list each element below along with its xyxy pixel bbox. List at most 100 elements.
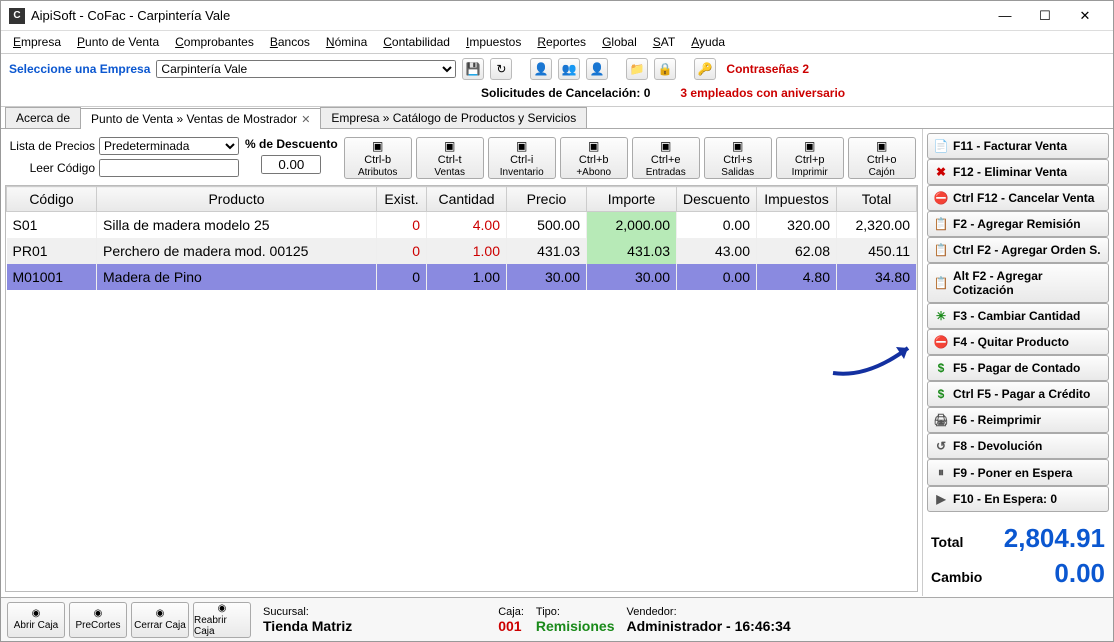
cell-exist: 0	[377, 264, 427, 290]
left-pane: Lista de Precios Predeterminada Leer Cód…	[1, 129, 922, 596]
cell-impuestos: 320.00	[757, 212, 837, 239]
toolbar-atributos[interactable]: ▣Ctrl-bAtributos	[344, 137, 412, 179]
tab[interactable]: Acerca de	[5, 107, 81, 128]
action-button[interactable]: 📋F2 - Agregar Remisión	[927, 211, 1109, 237]
menu-bancos[interactable]: Bancos	[264, 33, 316, 51]
bottom-reabrir-caja[interactable]: ◉Reabrir Caja	[193, 602, 251, 638]
close-button[interactable]: ✕	[1065, 2, 1105, 30]
cell-producto: Perchero de madera mod. 00125	[97, 238, 377, 264]
grid-header[interactable]: Precio	[507, 187, 587, 212]
action-button[interactable]: ↺F8 - Devolución	[927, 433, 1109, 459]
toolbar-cajón[interactable]: ▣Ctrl+oCajón	[848, 137, 916, 179]
discount-label: % de Descuento	[245, 137, 338, 151]
total-label: Total	[931, 534, 963, 550]
action-button[interactable]: $Ctrl F5 - Pagar a Crédito	[927, 381, 1109, 407]
table-row[interactable]: M01001Madera de Pino01.0030.0030.000.004…	[7, 264, 917, 290]
action-button[interactable]: 🖨F6 - Reimprimir	[927, 407, 1109, 433]
bottom-icon: ◉	[32, 608, 41, 619]
menu-ayuda[interactable]: Ayuda	[685, 33, 731, 51]
discount-input[interactable]	[261, 155, 321, 174]
toolbar-shortcut: Ctrl+s	[723, 154, 752, 166]
toolbar-icon: ▣	[876, 139, 887, 153]
action-icon: 📋	[934, 276, 948, 290]
action-label: F4 - Quitar Producto	[953, 335, 1069, 349]
cell-descuento: 0.00	[677, 264, 757, 290]
toolbar-shortcut: Ctrl-b	[364, 154, 391, 166]
action-button[interactable]: 📄F11 - Facturar Venta	[927, 133, 1109, 159]
table-row[interactable]: PR01Perchero de madera mod. 0012501.0043…	[7, 238, 917, 264]
refresh-icon[interactable]: ↻	[490, 58, 512, 80]
pricelist-select[interactable]: Predeterminada	[99, 137, 239, 155]
folder-icon[interactable]: 📁	[626, 58, 648, 80]
change-label: Cambio	[931, 569, 982, 585]
grid-header[interactable]: Producto	[97, 187, 377, 212]
minimize-button[interactable]: —	[985, 2, 1025, 30]
grid-header[interactable]: Importe	[587, 187, 677, 212]
menu-comprobantes[interactable]: Comprobantes	[169, 33, 260, 51]
maximize-button[interactable]: ☐	[1025, 2, 1065, 30]
status-line: Solicitudes de Cancelación: 0 3 empleado…	[1, 84, 1113, 106]
bottom-precortes[interactable]: ◉PreCortes	[69, 602, 127, 638]
menu-nómina[interactable]: Nómina	[320, 33, 373, 51]
toolbar-icon: ▣	[660, 139, 671, 153]
caja-label: Caja:	[498, 606, 524, 618]
action-label: F9 - Poner en Espera	[953, 466, 1072, 480]
menu-punto-de-venta[interactable]: Punto de Venta	[71, 33, 165, 51]
toolbar-salidas[interactable]: ▣Ctrl+sSalidas	[704, 137, 772, 179]
grid-header[interactable]: Código	[7, 187, 97, 212]
grid-header[interactable]: Cantidad	[427, 187, 507, 212]
toolbar-label: Ventas	[434, 167, 465, 178]
grid-header[interactable]: Descuento	[677, 187, 757, 212]
save-icon[interactable]: 💾	[462, 58, 484, 80]
action-icon: ⛔	[934, 335, 948, 349]
anniversary-alert[interactable]: 3 empleados con aniversario	[680, 86, 845, 100]
products-grid[interactable]: CódigoProductoExist.CantidadPrecioImport…	[5, 185, 918, 592]
toolbar-+abono[interactable]: ▣Ctrl+b+Abono	[560, 137, 628, 179]
lock-icon[interactable]: 🔒	[654, 58, 676, 80]
action-button[interactable]: ✖F12 - Eliminar Venta	[927, 159, 1109, 185]
action-icon: ✳	[934, 309, 948, 323]
action-button[interactable]: ▶F10 - En Espera: 0	[927, 486, 1109, 512]
action-button[interactable]: ✳F3 - Cambiar Cantidad	[927, 303, 1109, 329]
action-button[interactable]: ⛔ F4 - Quitar Producto	[927, 329, 1109, 355]
action-icon: 📋	[934, 243, 948, 257]
toolbar-entradas[interactable]: ▣Ctrl+eEntradas	[632, 137, 700, 179]
table-row[interactable]: S01Silla de madera modelo 2504.00500.002…	[7, 212, 917, 239]
tab-close-icon[interactable]: ✕	[301, 113, 310, 126]
menu-impuestos[interactable]: Impuestos	[460, 33, 527, 51]
cell-exist: 0	[377, 212, 427, 239]
grid-header[interactable]: Impuestos	[757, 187, 837, 212]
tab-label: Empresa » Catálogo de Productos y Servic…	[331, 111, 576, 125]
user-icon[interactable]: 👤	[530, 58, 552, 80]
menu-contabilidad[interactable]: Contabilidad	[377, 33, 456, 51]
tab-label: Acerca de	[16, 111, 70, 125]
user-add-icon[interactable]: 👥	[558, 58, 580, 80]
action-button[interactable]: ⛔Ctrl F12 - Cancelar Venta	[927, 185, 1109, 211]
action-button[interactable]: $F5 - Pagar de Contado	[927, 355, 1109, 381]
grid-header[interactable]: Total	[837, 187, 917, 212]
toolbar-inventario[interactable]: ▣Ctrl-iInventario	[488, 137, 556, 179]
menu-empresa[interactable]: Empresa	[7, 33, 67, 51]
action-button[interactable]: ⏸F9 - Poner en Espera	[927, 459, 1109, 486]
menu-reportes[interactable]: Reportes	[531, 33, 592, 51]
tab[interactable]: Empresa » Catálogo de Productos y Servic…	[320, 107, 587, 128]
passwords-link[interactable]: Contraseñas 2	[722, 62, 813, 76]
grid-header[interactable]: Exist.	[377, 187, 427, 212]
menu-global[interactable]: Global	[596, 33, 643, 51]
toolbar-imprimir[interactable]: ▣Ctrl+pImprimir	[776, 137, 844, 179]
key-icon[interactable]: 🔑	[694, 58, 716, 80]
app-icon: C	[9, 8, 25, 24]
bottom-cerrar-caja[interactable]: ◉Cerrar Caja	[131, 602, 189, 638]
action-button[interactable]: 📋 Ctrl F2 - Agregar Orden S.	[927, 237, 1109, 263]
company-select[interactable]: Carpintería Vale	[156, 60, 456, 78]
menu-sat[interactable]: SAT	[647, 33, 681, 51]
tab[interactable]: Punto de Venta » Ventas de Mostrador✕	[80, 108, 321, 129]
action-button[interactable]: 📋Alt F2 - Agregar Cotización	[927, 263, 1109, 303]
bottom-label: Reabrir Caja	[194, 615, 250, 637]
bottom-abrir-caja[interactable]: ◉Abrir Caja	[7, 602, 65, 638]
toolbar-icon: ▣	[588, 139, 599, 153]
action-label: Ctrl F2 - Agregar Orden S.	[953, 243, 1101, 257]
user-edit-icon[interactable]: 👤	[586, 58, 608, 80]
toolbar-ventas[interactable]: ▣Ctrl-tVentas	[416, 137, 484, 179]
code-input[interactable]	[99, 159, 239, 177]
